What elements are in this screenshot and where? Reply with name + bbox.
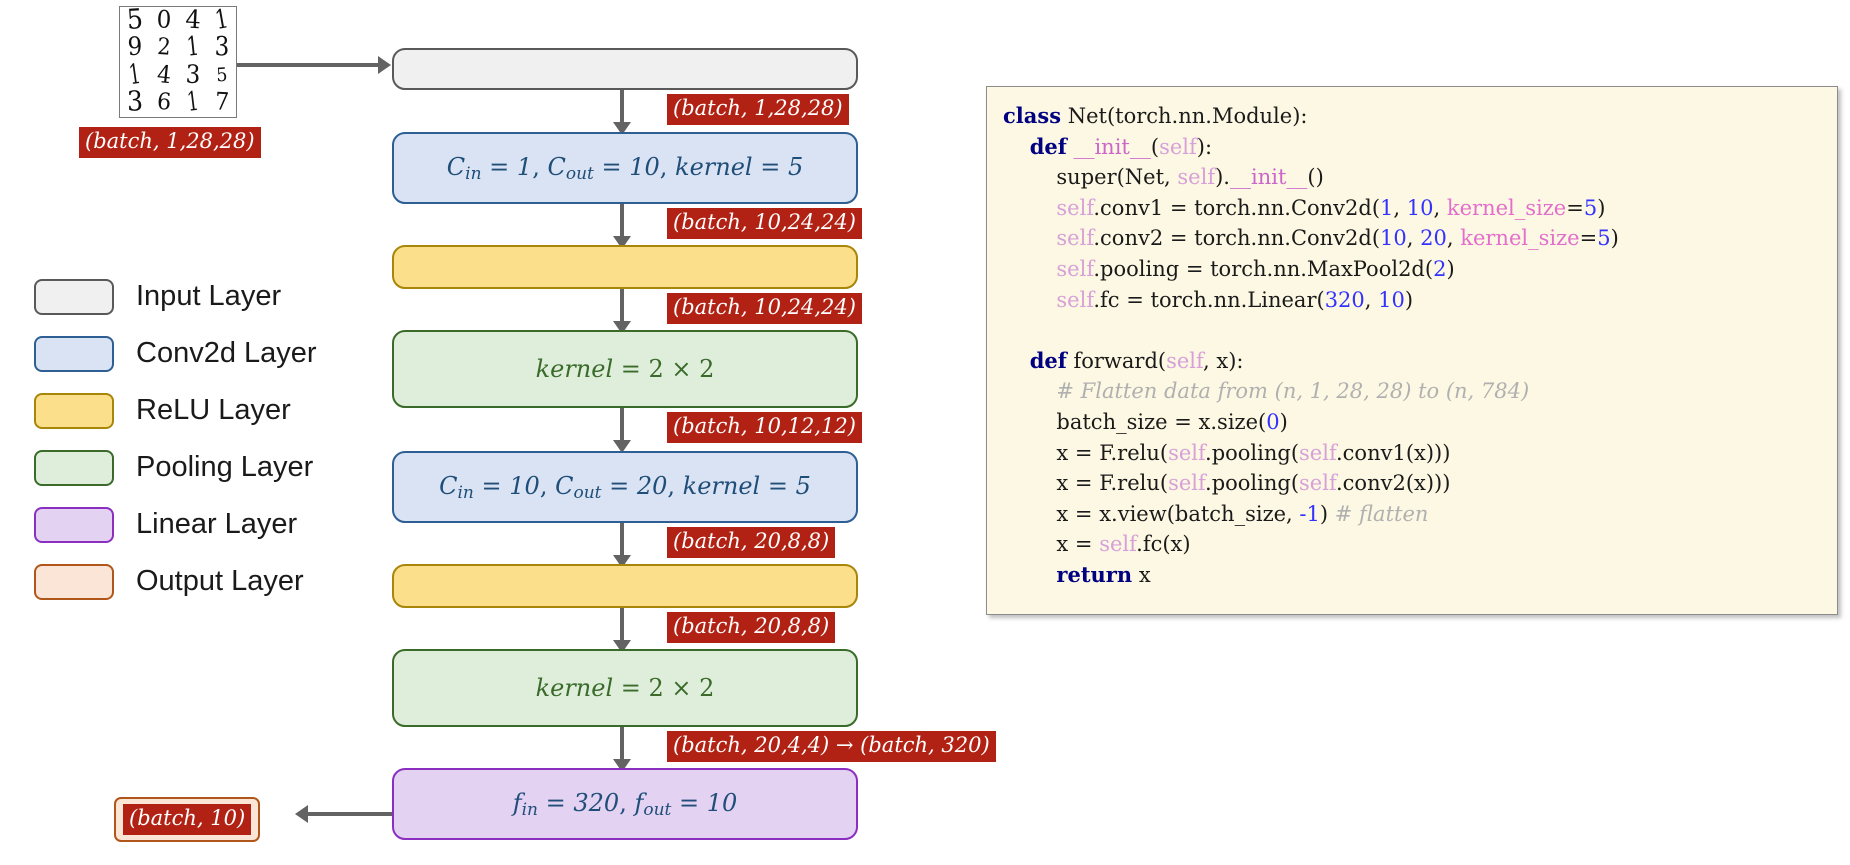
arrow-input-to-conv1 — [620, 90, 624, 126]
pooling-1-node: kernel = 2 × 2 — [392, 330, 858, 408]
pooling-2-label: kernel = 2 × 2 — [535, 674, 715, 702]
output-tag-frame: (batch, 10) — [114, 797, 261, 842]
tag-output: (batch, 10) — [123, 804, 252, 835]
conv2d-1-label: Cin = 1, Cout = 10, kernel = 5 — [446, 152, 804, 184]
arrow-input-to-network — [237, 63, 382, 67]
mnist-digit: 3 — [125, 86, 144, 119]
tag-after-conv2: (batch, 20,8,8) — [667, 527, 836, 558]
conv2d-1-node: Cin = 1, Cout = 10, kernel = 5 — [392, 132, 858, 204]
pooling-1-label: kernel = 2 × 2 — [535, 355, 715, 383]
mnist-digit-grid: 5 0 4 1 9 2 1 3 1 4 3 5 3 6 1 7 — [119, 3, 237, 119]
tag-after-pool1: (batch, 10,12,12) — [667, 412, 862, 443]
tag-after-pool2: (batch, 20,4,4) → (batch, 320) — [667, 731, 996, 762]
code-line: class Net(torch.nn.Module): — [1003, 103, 1308, 128]
code-line: self.conv2 = torch.nn.Conv2d(10, 20, ker… — [1056, 226, 1619, 251]
tag-after-relu2: (batch, 20,8,8) — [667, 612, 836, 643]
arrow-conv2-to-relu2 — [620, 523, 624, 559]
mnist-digit: 1 — [212, 4, 231, 37]
legend-item-pooling: Pooling Layer — [34, 439, 317, 496]
conv2d-2-label: Cin = 10, Cout = 20, kernel = 5 — [439, 471, 811, 503]
arrow-relu1-to-pool1 — [620, 289, 624, 325]
pooling-2-node: kernel = 2 × 2 — [392, 649, 858, 727]
tag-after-relu1: (batch, 10,24,24) — [667, 293, 862, 324]
mnist-digit: 2 — [155, 34, 172, 62]
legend-swatch-relu — [34, 392, 114, 429]
legend-swatch-linear — [34, 506, 114, 543]
code-line: super(Net, self).__init__() — [1003, 165, 1324, 190]
conv2d-2-node: Cin = 10, Cout = 20, kernel = 5 — [392, 451, 858, 523]
arrowhead-input-to-network — [378, 56, 391, 74]
mnist-digit: 1 — [185, 87, 200, 119]
legend-swatch-input — [34, 278, 114, 315]
legend-label-relu: ReLU Layer — [136, 394, 291, 426]
legend-label-input: Input Layer — [136, 280, 282, 312]
code-line: batch_size = x.size(0) — [1003, 409, 1288, 434]
legend: Input Layer Conv2d Layer ReLU Layer Pool… — [34, 268, 317, 610]
legend-swatch-pooling — [34, 449, 114, 486]
legend-label-pooling: Pooling Layer — [136, 451, 314, 483]
legend-item-output: Output Layer — [34, 553, 317, 610]
code-line: x = F.relu(self.pooling(self.conv2(x))) — [1003, 471, 1451, 496]
legend-label-output: Output Layer — [136, 565, 304, 597]
code-line: return x — [1056, 561, 1151, 587]
code-line: x = x.view(batch_size, -1) # flatten — [1003, 501, 1429, 526]
relu-2-node — [392, 564, 858, 608]
code-panel: class Net(torch.nn.Module): def __init__… — [986, 86, 1838, 615]
arrowhead-linear-to-output — [295, 805, 308, 823]
mnist-digit: 7 — [213, 88, 230, 117]
relu-1-node — [392, 245, 858, 289]
legend-item-input: Input Layer — [34, 268, 317, 325]
arrow-conv1-to-relu1 — [620, 204, 624, 240]
legend-item-relu: ReLU Layer — [34, 382, 317, 439]
tag-after-conv1: (batch, 10,24,24) — [667, 208, 862, 239]
diagram-canvas: 5 0 4 1 9 2 1 3 1 4 3 5 3 6 1 7 (batch, … — [0, 0, 1850, 865]
input-layer-node — [392, 48, 858, 90]
code-line: self.pooling = torch.nn.MaxPool2d(2) — [1056, 256, 1455, 281]
arrow-relu2-to-pool2 — [620, 608, 624, 644]
mnist-digit: 4 — [184, 5, 201, 35]
legend-swatch-conv2d — [34, 335, 114, 372]
mnist-digit: 4 — [155, 60, 172, 90]
mnist-digit: 9 — [126, 33, 143, 63]
legend-swatch-output — [34, 563, 114, 600]
legend-item-conv2d: Conv2d Layer — [34, 325, 317, 382]
code-line: x = self.fc(x) — [1003, 532, 1191, 557]
code-line: def __init__(self): — [1029, 133, 1213, 159]
code-line: self.conv1 = torch.nn.Conv2d(1, 10, kern… — [1056, 195, 1606, 220]
code-line: x = F.relu(self.pooling(self.conv1(x))) — [1003, 440, 1451, 465]
tag-after-input: (batch, 1,28,28) — [667, 94, 849, 125]
legend-item-linear: Linear Layer — [34, 496, 317, 553]
tag-input-thumbnail: (batch, 1,28,28) — [79, 127, 261, 158]
mnist-digit: 5 — [215, 64, 228, 87]
linear-label: fin = 320, fout = 10 — [512, 788, 738, 820]
code-line: # Flatten data from (n, 1, 28, 28) to (n… — [1056, 379, 1530, 404]
mnist-digit: 3 — [184, 60, 201, 90]
code-line: def forward(self, x): — [1029, 347, 1244, 373]
legend-label-linear: Linear Layer — [136, 508, 298, 540]
mnist-digit: 1 — [184, 32, 200, 64]
arrow-linear-to-output — [307, 812, 392, 816]
mnist-digit: 0 — [155, 6, 172, 35]
mnist-digit: 3 — [213, 32, 230, 63]
mnist-digit: 5 — [125, 3, 144, 37]
arrow-pool2-to-linear — [620, 727, 624, 763]
code-line: self.fc = torch.nn.Linear(320, 10) — [1056, 287, 1414, 312]
arrow-pool1-to-conv2 — [620, 408, 624, 444]
mnist-digit: 6 — [155, 89, 172, 117]
legend-label-conv2d: Conv2d Layer — [136, 337, 317, 369]
linear-node: fin = 320, fout = 10 — [392, 768, 858, 840]
